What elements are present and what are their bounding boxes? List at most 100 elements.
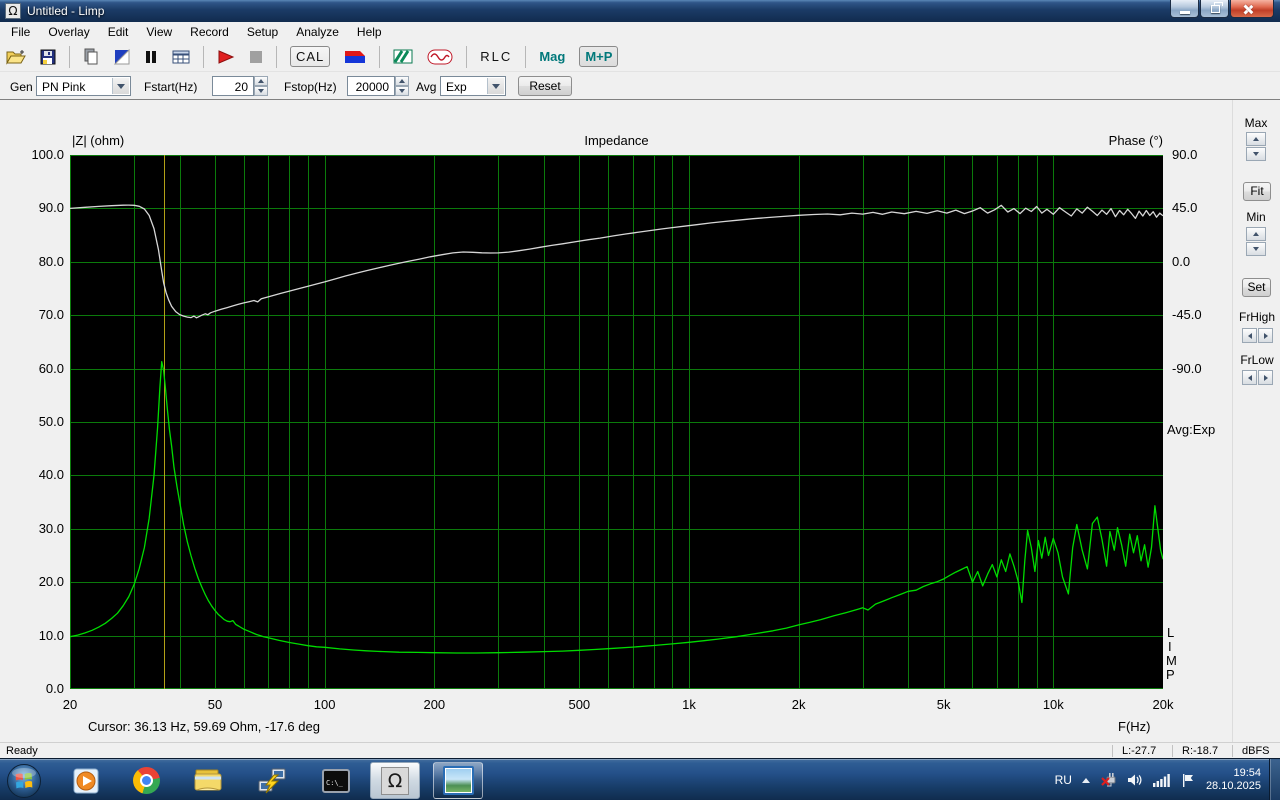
taskbar-limp-active[interactable]: Ω xyxy=(370,762,420,799)
spinner-up-icon[interactable] xyxy=(1246,227,1266,241)
window-title: Untitled - Limp xyxy=(27,4,104,18)
axis-tick-label: 1k xyxy=(682,697,696,712)
fit-button[interactable]: Fit xyxy=(1243,182,1271,201)
y-right-axis-title: Phase (°) xyxy=(1060,133,1163,148)
spinner-down-icon[interactable] xyxy=(254,86,268,96)
spinner-up-icon[interactable] xyxy=(254,76,268,86)
x-axis-title: F(Hz) xyxy=(1118,719,1151,734)
arrow-right-icon[interactable] xyxy=(1258,370,1273,385)
arrow-right-icon[interactable] xyxy=(1258,328,1273,343)
minimize-button[interactable] xyxy=(1170,0,1199,18)
open-folder-icon[interactable] xyxy=(6,49,26,65)
fstop-value: 20000 xyxy=(356,80,389,94)
show-desktop-button[interactable] xyxy=(1269,759,1280,800)
menu-analyze[interactable]: Analyze xyxy=(287,25,348,39)
clock[interactable]: 19:54 28.10.2025 xyxy=(1206,767,1261,793)
taskbar-media-player[interactable] xyxy=(61,762,111,799)
toolbar-separator xyxy=(525,46,526,68)
language-indicator[interactable]: RU xyxy=(1055,773,1072,787)
menu-file[interactable]: File xyxy=(2,25,39,39)
chevron-down-icon xyxy=(487,78,504,94)
pause-icon[interactable] xyxy=(144,50,158,64)
toolbar-separator xyxy=(379,46,380,68)
cal-button[interactable]: CAL xyxy=(290,46,330,67)
title-bar: Ω Untitled - Limp xyxy=(0,0,1280,22)
arrow-left-icon[interactable] xyxy=(1242,370,1257,385)
split-square-icon[interactable] xyxy=(114,49,130,65)
axis-tick-label: 20 xyxy=(63,697,77,712)
taskbar-file-transfer[interactable] xyxy=(247,762,297,799)
start-button[interactable] xyxy=(2,762,46,799)
status-ready: Ready xyxy=(6,745,38,757)
fstart-stepper[interactable] xyxy=(254,76,268,96)
rlc-button[interactable]: RLC xyxy=(480,49,512,64)
taskbar-explorer[interactable] xyxy=(183,762,233,799)
taskbar-command-prompt[interactable]: C:\_ xyxy=(311,762,361,799)
menu-edit[interactable]: Edit xyxy=(99,25,138,39)
hidden-icons-chevron-icon[interactable] xyxy=(1082,778,1090,783)
generator-bar: Gen PN Pink Fstart(Hz) 20 Fstop(Hz) 2000… xyxy=(0,72,1280,100)
menu-overlay[interactable]: Overlay xyxy=(39,25,98,39)
limp-omega-icon: Ω xyxy=(381,767,409,795)
gen-label: Gen xyxy=(10,80,33,94)
menu-help[interactable]: Help xyxy=(348,25,391,39)
avg-select[interactable]: Exp xyxy=(440,76,506,96)
restore-button[interactable] xyxy=(1200,0,1229,18)
axis-tick-label: 40.0 xyxy=(20,467,64,482)
frhigh-stepper[interactable] xyxy=(1242,328,1273,343)
action-center-flag-icon[interactable] xyxy=(1181,773,1195,788)
spinner-up-icon[interactable] xyxy=(1246,132,1266,146)
min-label: Min xyxy=(1238,210,1274,224)
plot-client-area: |Z| (ohm) Impedance Phase (°) 100.090.08… xyxy=(0,100,1280,742)
red-blue-bars-icon[interactable] xyxy=(344,50,366,64)
avg-mode-status: Avg:Exp xyxy=(1167,422,1215,437)
copy-icon[interactable] xyxy=(83,48,100,65)
toolbar: CAL RLC Mag M+P xyxy=(0,42,1280,72)
volume-icon[interactable] xyxy=(1127,772,1143,788)
toolbar-separator xyxy=(69,46,70,68)
generator-type-value: PN Pink xyxy=(42,80,85,94)
limp-watermark: L xyxy=(1167,625,1174,640)
set-button[interactable]: Set xyxy=(1242,278,1271,297)
record-play-icon[interactable] xyxy=(217,49,235,65)
axis-tick-label: 10k xyxy=(1043,697,1064,712)
tray-date: 28.10.2025 xyxy=(1206,780,1261,792)
spinner-down-icon[interactable] xyxy=(395,86,409,96)
limp-application-window: Ω Untitled - Limp File Overlay Edit View… xyxy=(0,0,1280,800)
save-icon[interactable] xyxy=(40,49,56,65)
close-button[interactable] xyxy=(1230,0,1274,18)
fstop-stepper[interactable] xyxy=(395,76,409,96)
table-icon[interactable] xyxy=(172,50,190,64)
sine-wave-icon[interactable] xyxy=(427,49,453,65)
mag-button[interactable]: Mag xyxy=(539,49,565,64)
generator-type-select[interactable]: PN Pink xyxy=(36,76,131,96)
spinner-down-icon[interactable] xyxy=(1246,242,1266,256)
reset-button[interactable]: Reset xyxy=(518,76,572,96)
impedance-plot[interactable] xyxy=(70,155,1163,689)
network-disconnected-icon[interactable] xyxy=(1100,772,1117,788)
taskbar-image-viewer[interactable] xyxy=(433,762,483,799)
spinner-down-icon[interactable] xyxy=(1246,147,1266,161)
max-stepper[interactable] xyxy=(1246,132,1266,161)
plot-canvas xyxy=(70,155,1163,689)
mag-phase-button[interactable]: M+P xyxy=(579,46,618,67)
frlow-stepper[interactable] xyxy=(1242,370,1273,385)
menu-record[interactable]: Record xyxy=(181,25,238,39)
axis-tick-label: 90.0 xyxy=(1172,147,1197,162)
min-stepper[interactable] xyxy=(1246,227,1266,256)
axis-tick-label: 80.0 xyxy=(20,254,64,269)
stop-icon[interactable] xyxy=(249,50,263,64)
fstart-input[interactable]: 20 xyxy=(212,76,254,96)
command-prompt-icon: C:\_ xyxy=(322,769,350,793)
menu-view[interactable]: View xyxy=(137,25,181,39)
axis-tick-label: -45.0 xyxy=(1172,307,1202,322)
diagonal-pattern-icon[interactable] xyxy=(393,49,413,64)
spinner-up-icon[interactable] xyxy=(395,76,409,86)
signal-strength-icon[interactable] xyxy=(1153,773,1171,787)
taskbar-chrome[interactable] xyxy=(121,762,171,799)
axis-tick-label: 2k xyxy=(792,697,806,712)
fstop-input[interactable]: 20000 xyxy=(347,76,395,96)
menu-setup[interactable]: Setup xyxy=(238,25,287,39)
axis-tick-label: 60.0 xyxy=(20,361,64,376)
arrow-left-icon[interactable] xyxy=(1242,328,1257,343)
